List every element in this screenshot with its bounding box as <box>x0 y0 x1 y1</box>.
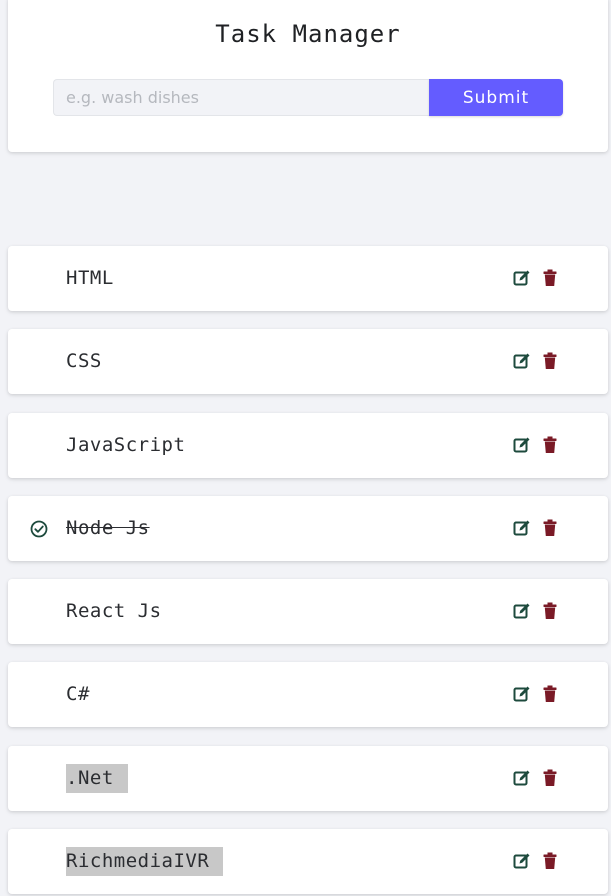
task-row: RichmediaIVR <box>8 829 608 894</box>
trash-icon[interactable] <box>543 269 557 287</box>
task-row: .Net <box>8 746 608 811</box>
edit-icon[interactable] <box>513 685 531 703</box>
task-name: CSS <box>66 350 102 372</box>
trash-icon[interactable] <box>543 352 557 370</box>
task-row: HTML <box>8 246 608 311</box>
task-name: JavaScript <box>66 434 186 456</box>
task-name: HTML <box>66 267 114 289</box>
task-row: CSS <box>8 329 608 394</box>
trash-icon[interactable] <box>543 602 557 620</box>
task-name: Node Js <box>66 517 150 539</box>
task-row-completed: Node Js <box>8 496 608 561</box>
page-title: Task Manager <box>215 20 401 48</box>
check-circle-icon[interactable] <box>30 520 48 538</box>
edit-icon[interactable] <box>513 602 531 620</box>
edit-icon[interactable] <box>513 519 531 537</box>
edit-icon[interactable] <box>513 852 531 870</box>
trash-icon[interactable] <box>543 852 557 870</box>
trash-icon[interactable] <box>543 519 557 537</box>
edit-icon[interactable] <box>513 269 531 287</box>
task-name: .Net <box>66 764 128 793</box>
submit-button[interactable]: Submit <box>429 79 563 116</box>
task-row: React Js <box>8 579 608 644</box>
task-row: C# <box>8 662 608 727</box>
edit-icon[interactable] <box>513 436 531 454</box>
task-name: C# <box>66 683 90 705</box>
trash-icon[interactable] <box>543 436 557 454</box>
edit-icon[interactable] <box>513 769 531 787</box>
edit-icon[interactable] <box>513 352 531 370</box>
task-name: React Js <box>66 600 162 622</box>
task-row: JavaScript <box>8 413 608 478</box>
task-input[interactable] <box>53 79 429 116</box>
trash-icon[interactable] <box>543 685 557 703</box>
trash-icon[interactable] <box>543 769 557 787</box>
task-name: RichmediaIVR <box>66 847 224 876</box>
task-form-card: Task Manager Submit <box>8 0 608 152</box>
